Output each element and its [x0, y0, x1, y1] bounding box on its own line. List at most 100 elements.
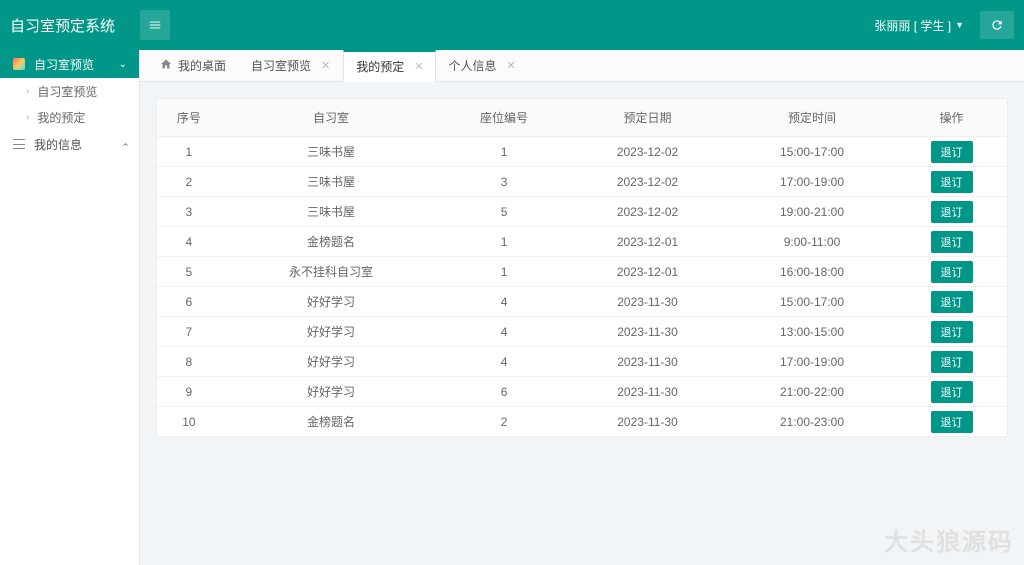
home-icon	[160, 58, 172, 73]
cell-room: 金榜题名	[221, 407, 441, 437]
sidebar-item-label: 我的预定	[37, 109, 85, 126]
refresh-icon	[990, 18, 1004, 32]
sidebar-item-label: 自习室预览	[37, 83, 97, 100]
cell-time: 19:00-21:00	[728, 197, 896, 227]
cell-date: 2023-12-01	[567, 257, 728, 287]
table-row: 7好好学习42023-11-3013:00-15:00退订	[157, 317, 1008, 347]
table-row: 1三味书屋12023-12-0215:00-17:00退订	[157, 137, 1008, 167]
cell-date: 2023-11-30	[567, 287, 728, 317]
tab-profile[interactable]: 个人信息 ✕	[436, 50, 528, 82]
cancel-booking-button[interactable]: 退订	[931, 261, 973, 283]
tab-label: 个人信息	[448, 57, 496, 74]
cell-time: 15:00-17:00	[728, 137, 896, 167]
table-row: 10金榜题名22023-11-3021:00-23:00退订	[157, 407, 1008, 437]
cell-room: 好好学习	[221, 317, 441, 347]
tab-preview[interactable]: 自习室预览 ✕	[239, 50, 343, 82]
cell-seat: 6	[441, 377, 567, 407]
app-icon	[12, 57, 26, 71]
cell-room: 三味书屋	[221, 167, 441, 197]
cancel-booking-button[interactable]: 退订	[931, 201, 973, 223]
cell-seat: 5	[441, 197, 567, 227]
cell-seat: 2	[441, 407, 567, 437]
cell-room: 好好学习	[221, 287, 441, 317]
table-row: 5永不挂科自习室12023-12-0116:00-18:00退订	[157, 257, 1008, 287]
cancel-booking-button[interactable]: 退订	[931, 321, 973, 343]
cell-date: 2023-12-02	[567, 137, 728, 167]
cell-room: 永不挂科自习室	[221, 257, 441, 287]
col-date: 预定日期	[567, 99, 728, 137]
cancel-booking-button[interactable]: 退订	[931, 171, 973, 193]
cell-room: 三味书屋	[221, 197, 441, 227]
table-row: 3三味书屋52023-12-0219:00-21:00退订	[157, 197, 1008, 227]
cell-index: 1	[157, 137, 221, 167]
user-label: 张丽丽 [ 学生 ]	[874, 17, 951, 34]
sidebar-group-studyroom[interactable]: 自习室预览 ⌄	[0, 50, 139, 78]
sidebar-toggle-button[interactable]	[140, 10, 170, 40]
cell-seat: 1	[441, 137, 567, 167]
cell-action: 退订	[896, 347, 1008, 377]
cell-index: 8	[157, 347, 221, 377]
list-icon	[12, 137, 26, 151]
sidebar-group-myinfo[interactable]: 我的信息 ‹	[0, 130, 139, 158]
cell-date: 2023-12-01	[567, 227, 728, 257]
tab-home[interactable]: 我的桌面	[148, 50, 239, 82]
cell-time: 17:00-19:00	[728, 347, 896, 377]
cancel-booking-button[interactable]: 退订	[931, 231, 973, 253]
angle-right-icon: ›	[26, 86, 29, 97]
cell-seat: 4	[441, 347, 567, 377]
sidebar-item-mybooking[interactable]: › 我的预定	[0, 104, 139, 130]
cell-action: 退订	[896, 227, 1008, 257]
close-icon[interactable]: ✕	[414, 60, 423, 73]
cancel-booking-button[interactable]: 退订	[931, 381, 973, 403]
cell-seat: 1	[441, 257, 567, 287]
table-row: 4金榜题名12023-12-019:00-11:00退订	[157, 227, 1008, 257]
table-row: 9好好学习62023-11-3021:00-22:00退订	[157, 377, 1008, 407]
cell-action: 退订	[896, 167, 1008, 197]
cell-action: 退订	[896, 257, 1008, 287]
col-time: 预定时间	[728, 99, 896, 137]
cancel-booking-button[interactable]: 退订	[931, 411, 973, 433]
cell-index: 9	[157, 377, 221, 407]
cancel-booking-button[interactable]: 退订	[931, 291, 973, 313]
cell-action: 退订	[896, 317, 1008, 347]
cell-date: 2023-12-02	[567, 167, 728, 197]
cell-date: 2023-11-30	[567, 347, 728, 377]
table-row: 6好好学习42023-11-3015:00-17:00退订	[157, 287, 1008, 317]
chevron-left-icon: ‹	[120, 142, 131, 145]
cell-time: 21:00-22:00	[728, 377, 896, 407]
col-action: 操作	[896, 99, 1008, 137]
sidebar-item-preview[interactable]: › 自习室预览	[0, 78, 139, 104]
cancel-booking-button[interactable]: 退订	[931, 351, 973, 373]
cell-time: 17:00-19:00	[728, 167, 896, 197]
cell-index: 7	[157, 317, 221, 347]
refresh-button[interactable]	[980, 11, 1014, 39]
tab-bar: 我的桌面 自习室预览 ✕ 我的预定 ✕ 个人信息 ✕	[140, 50, 1024, 82]
cell-action: 退订	[896, 197, 1008, 227]
caret-down-icon: ▼	[955, 20, 964, 30]
col-index: 序号	[157, 99, 221, 137]
cell-time: 13:00-15:00	[728, 317, 896, 347]
cell-time: 15:00-17:00	[728, 287, 896, 317]
cancel-booking-button[interactable]: 退订	[931, 141, 973, 163]
table-header-row: 序号 自习室 座位编号 预定日期 预定时间 操作	[157, 99, 1008, 137]
table-row: 2三味书屋32023-12-0217:00-19:00退订	[157, 167, 1008, 197]
cell-date: 2023-11-30	[567, 317, 728, 347]
app-title: 自习室预定系统	[10, 15, 138, 36]
tab-mybooking[interactable]: 我的预定 ✕	[343, 50, 436, 82]
cell-time: 21:00-23:00	[728, 407, 896, 437]
close-icon[interactable]: ✕	[507, 59, 516, 72]
cell-time: 16:00-18:00	[728, 257, 896, 287]
tab-label: 我的桌面	[178, 57, 226, 74]
cell-date: 2023-11-30	[567, 377, 728, 407]
content-area: 序号 自习室 座位编号 预定日期 预定时间 操作 1三味书屋12023-12-0…	[140, 82, 1024, 565]
user-menu[interactable]: 张丽丽 [ 学生 ] ▼	[864, 13, 974, 38]
cell-seat: 1	[441, 227, 567, 257]
cell-action: 退订	[896, 287, 1008, 317]
cell-index: 4	[157, 227, 221, 257]
cell-action: 退订	[896, 407, 1008, 437]
close-icon[interactable]: ✕	[321, 59, 330, 72]
cell-action: 退订	[896, 137, 1008, 167]
sidebar-group-label: 我的信息	[34, 136, 82, 153]
col-room: 自习室	[221, 99, 441, 137]
cell-index: 2	[157, 167, 221, 197]
